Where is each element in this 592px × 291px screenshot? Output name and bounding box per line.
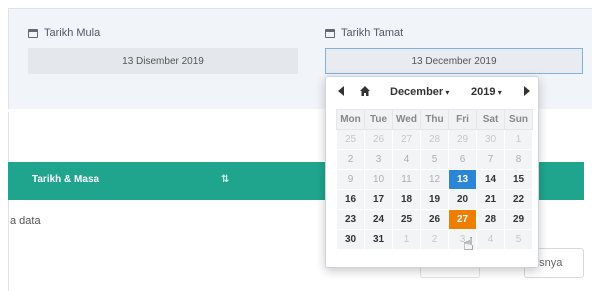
calendar-icon — [325, 28, 335, 38]
calendar-day[interactable]: 17 — [364, 189, 393, 210]
calendar-day: 30 — [476, 129, 505, 150]
calendar-day: 25 — [336, 129, 365, 150]
chevron-down-icon: ▾ — [495, 88, 502, 97]
calendar-week-row: 30 31 1 2 3 4 5 — [336, 229, 533, 250]
calendar-grid: Mon Tue Wed Thu Fri Sat Sun 25 26 27 28 29 30 1 2 3 4 5 6… — [336, 109, 533, 250]
calendar-day-hovered[interactable]: 27 — [448, 209, 477, 230]
start-date-label: Tarikh Mula — [44, 27, 101, 39]
calendar-day[interactable]: 22 — [504, 189, 533, 210]
weekday-header: Sun — [504, 109, 533, 130]
next-month-icon[interactable] — [524, 86, 530, 96]
calendar-day[interactable]: 31 — [364, 229, 393, 250]
home-icon[interactable] — [359, 85, 371, 97]
end-date-label: Tarikh Tamat — [341, 27, 404, 39]
calendar-day: 26 — [364, 129, 393, 150]
calendar-week-row: 9 10 11 12 13 14 15 — [336, 169, 533, 190]
weekday-header: Sat — [476, 109, 505, 130]
calendar-day: 3 — [364, 149, 393, 170]
calendar-day[interactable]: 26 — [420, 209, 449, 230]
month-value: December — [390, 86, 444, 98]
calendar-day[interactable]: 24 — [364, 209, 393, 230]
calendar-day: 29 — [448, 129, 477, 150]
weekday-header: Fri — [448, 109, 477, 130]
calendar-day: 11 — [392, 169, 421, 190]
end-date-label-row: Tarikh Tamat — [325, 27, 403, 39]
column-header-date-time[interactable]: Tarikh & Masa — [32, 174, 99, 185]
weekday-header: Tue — [364, 109, 393, 130]
calendar-day: 1 — [392, 229, 421, 250]
calendar-day: 10 — [364, 169, 393, 190]
calendar-day-selected[interactable]: 13 — [448, 169, 477, 190]
calendar-week-row: 23 24 25 26 27 28 29 — [336, 209, 533, 230]
datepicker-popup: December ▾ 2019 ▾ Mon Tue Wed Thu Fri Sat Sun … — [325, 76, 539, 268]
chevron-down-icon: ▾ — [443, 88, 450, 97]
calendar-day[interactable]: 23 — [336, 209, 365, 230]
calendar-day: 7 — [476, 149, 505, 170]
calendar-day: 5 — [420, 149, 449, 170]
calendar-day: 4 — [476, 229, 505, 250]
datepicker-header: December ▾ 2019 ▾ — [326, 77, 538, 107]
calendar-week-row: 25 26 27 28 29 30 1 — [336, 129, 533, 150]
calendar-icon — [28, 28, 38, 38]
calendar-day[interactable]: 18 — [392, 189, 421, 210]
calendar-day: 2 — [336, 149, 365, 170]
start-date-input[interactable]: 13 Disember 2019 — [28, 48, 298, 74]
weekday-header: Thu — [420, 109, 449, 130]
sort-icon[interactable]: ⇅ — [221, 174, 229, 185]
calendar-day[interactable]: 30 — [336, 229, 365, 250]
year-value: 2019 — [471, 86, 496, 98]
calendar-day: 9 — [336, 169, 365, 190]
calendar-day[interactable]: 25 — [392, 209, 421, 230]
calendar-day[interactable]: 21 — [476, 189, 505, 210]
calendar-day: 27 — [392, 129, 421, 150]
calendar-day[interactable]: 28 — [476, 209, 505, 230]
calendar-day[interactable]: 16 — [336, 189, 365, 210]
weekday-row: Mon Tue Wed Thu Fri Sat Sun — [336, 109, 533, 130]
calendar-day[interactable]: 15 — [504, 169, 533, 190]
prev-month-icon[interactable] — [338, 86, 344, 96]
calendar-day[interactable]: 20 — [448, 189, 477, 210]
empty-table-message: a data — [10, 215, 41, 227]
calendar-day: 4 — [392, 149, 421, 170]
calendar-day: 12 — [420, 169, 449, 190]
month-select[interactable]: December ▾ — [390, 86, 449, 98]
calendar-week-row: 16 17 18 19 20 21 22 — [336, 189, 533, 210]
calendar-day: 1 — [504, 129, 533, 150]
calendar-day: 6 — [448, 149, 477, 170]
weekday-header: Mon — [336, 109, 365, 130]
year-select[interactable]: 2019 ▾ — [471, 86, 502, 98]
calendar-week-row: 2345678 — [336, 149, 533, 170]
calendar-day[interactable]: 29 — [504, 209, 533, 230]
start-date-label-row: Tarikh Mula — [28, 27, 100, 39]
weekday-header: Wed — [392, 109, 421, 130]
calendar-day: 8 — [504, 149, 533, 170]
calendar-day: 28 — [420, 129, 449, 150]
calendar-day[interactable]: 14 — [476, 169, 505, 190]
hand-cursor-icon: ☝ — [463, 234, 474, 254]
calendar-day: 2 — [420, 229, 449, 250]
calendar-day[interactable]: 19 — [420, 189, 449, 210]
calendar-day: 5 — [504, 229, 533, 250]
end-date-input[interactable]: 13 December 2019 — [325, 48, 583, 74]
